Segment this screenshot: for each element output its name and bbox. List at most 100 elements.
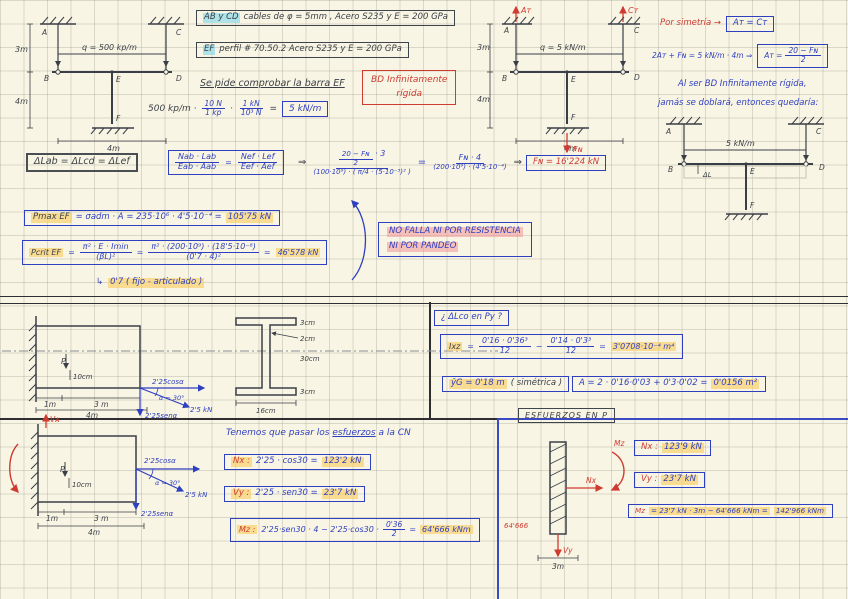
support-a-hatch-icon bbox=[503, 16, 535, 25]
svg-text:3 m: 3 m bbox=[94, 400, 108, 409]
moment-arc-icon bbox=[9, 443, 19, 494]
beta-note: ↳ 0'7 ( fijo - articulado ) bbox=[96, 277, 205, 288]
svg-text:D: D bbox=[819, 163, 825, 172]
given-cables-box: AB y CD cables de φ = 5mm , Acero S235 y… bbox=[196, 10, 456, 26]
svg-text:4m: 4m bbox=[88, 528, 100, 537]
task-note: Se pide comprobar la barra EF bbox=[200, 78, 345, 89]
bar-spec: perfil # 70.50.2 Acero S235 y E = 200 GP… bbox=[219, 44, 402, 54]
svg-text:F: F bbox=[750, 201, 755, 210]
dim-width: 16cm bbox=[256, 407, 276, 415]
svg-text:1m: 1m bbox=[44, 400, 56, 409]
support-c-hatch-icon bbox=[149, 16, 181, 25]
rigid-note-box: BD Infinitamente rígida bbox=[362, 70, 457, 105]
sketch-mz-label: Mz bbox=[614, 439, 625, 448]
support-f-hatch-icon bbox=[545, 127, 584, 135]
dim-width: 4m bbox=[107, 144, 120, 153]
label-b: B bbox=[44, 74, 49, 83]
svg-text:B: B bbox=[502, 74, 507, 83]
notebook-page: A C q = 500 kp/m B D E F 4m 3m 4m AB y C… bbox=[0, 0, 848, 599]
nx-box: Nx : 2'25 · cos30 = 123'2 kN bbox=[224, 454, 371, 470]
dim-4m: 4m bbox=[15, 97, 28, 106]
section-divider-vertical bbox=[429, 302, 431, 419]
support-c-hatch-icon bbox=[791, 116, 823, 125]
svg-text:E: E bbox=[750, 167, 755, 176]
label-p: P bbox=[60, 465, 65, 474]
svg-text:D: D bbox=[634, 73, 640, 82]
i-section-outline bbox=[235, 317, 297, 396]
question-box: ¿ ΔLco en Py ? bbox=[434, 310, 510, 326]
support-c-hatch-icon bbox=[609, 16, 641, 25]
corner-arrow-icon: ↳ bbox=[96, 277, 104, 287]
svg-text:A: A bbox=[503, 26, 509, 35]
unit-conversion: 500 kp/m · 10 N1 kp · 1 kN 10³ N = 5 kN/m bbox=[148, 99, 329, 118]
dim-web-height: 30cm bbox=[300, 355, 320, 363]
comparison-bracket-icon bbox=[351, 200, 367, 281]
support-a-hatch-icon bbox=[669, 116, 701, 125]
sketch-dim: 3m bbox=[552, 562, 564, 571]
dim-10cm: 10cm bbox=[72, 481, 92, 489]
svg-text:1m: 1m bbox=[46, 514, 58, 523]
pmax-box: Pmax EF = σadm · A = 235·10⁶ · 4'5·10⁻⁴ … bbox=[24, 210, 281, 226]
support-f-hatch-icon bbox=[90, 127, 129, 135]
bar-name: EF bbox=[203, 44, 216, 55]
beam-diagram-rigid: A C 5 kN/m B D ΔL E F bbox=[665, 116, 825, 221]
reaction-va-label: Vᴀ bbox=[50, 415, 60, 424]
label-a: A bbox=[41, 28, 47, 37]
symmetry-result-box: Aᴛ = Cᴛ bbox=[726, 16, 775, 32]
rigidity-note-1: Al ser BD Infinitamente rígida, bbox=[678, 79, 807, 89]
esfuerzos-title: ESFUERZOS EN P bbox=[518, 408, 616, 424]
reaction-at-label: Aᴛ bbox=[520, 6, 531, 15]
elastic-equality-box: Nab · Lab Eab · Aab = Nef · Lef Eef · Aef bbox=[168, 150, 285, 175]
section-divider-horizontal bbox=[0, 296, 848, 304]
label-e: E bbox=[116, 75, 121, 84]
svg-text:3 m: 3 m bbox=[94, 514, 108, 523]
vy-box: Vy : 2'25 · sen30 = 23'7 kN bbox=[224, 486, 366, 502]
sketch-moment-value: 64'666 bbox=[504, 522, 529, 530]
dim-flange-top: 3cm bbox=[300, 319, 315, 327]
svg-text:C: C bbox=[634, 26, 640, 35]
result-mz-box: Mz = 23'7 kN · 3m − 64'666 kNm = 142'966… bbox=[628, 504, 834, 519]
beam-diagram-initial: A C q = 500 kp/m B D E F 4m 3m 4m bbox=[15, 16, 184, 153]
conversion-result-box: 5 kN/m bbox=[282, 100, 329, 118]
transfer-note: Tenemos que pasar los esfuerzos a la CN bbox=[226, 428, 411, 438]
cables-names: AB y CD bbox=[203, 12, 240, 23]
wall-hatch-icon bbox=[30, 431, 39, 510]
delta-l-label: ΔL bbox=[702, 171, 712, 179]
no-failure-box: NO FALLA NI POR RESISTENCIA NI POR PANDE… bbox=[378, 222, 532, 257]
label-p: P bbox=[61, 357, 66, 366]
cantilever-diagram-2: Vᴀ P 10cm 1m 3 m 4m 2'25cosα 2'5 kN 2'25… bbox=[9, 413, 208, 537]
mz-box: Mz : 2'25·sen30 · 4 − 2'25·cos30 · 0'36 2… bbox=[230, 518, 480, 542]
angle-label: α = 30° bbox=[159, 394, 184, 402]
section-hatch-icon bbox=[549, 443, 567, 525]
equilibrium-note: 2Aᴛ + Fɴ = 5 kN/m · 4m ⇒ Aᴛ = 20 − Fɴ 2 bbox=[652, 44, 829, 68]
pcrit-box: Pcrit EF = π² · E · Imin (βL)² = π² · (20… bbox=[22, 240, 328, 265]
reaction-ct-label: Cᴛ bbox=[628, 6, 639, 15]
fn-result-box: Fɴ = 16'224 kN bbox=[525, 155, 607, 172]
wall-hatch-icon bbox=[28, 323, 37, 402]
cables-spec: cables de φ = 5mm , Acero S235 y E = 200… bbox=[243, 12, 449, 22]
svg-text:B: B bbox=[668, 165, 673, 174]
beam-diagram-reactions: Aᴛ Cᴛ A C q = 5 kN/m B D E F 3m 4m 4m Fɴ bbox=[477, 5, 641, 154]
ybar-box: ȳG = 0'18 m ( simétrica ) bbox=[442, 376, 570, 392]
angle-label: α = 30° bbox=[155, 479, 180, 487]
sketch-nx-label: Nx bbox=[586, 476, 597, 485]
load-label: q = 500 kp/m bbox=[82, 43, 137, 52]
label-f: F bbox=[116, 114, 121, 123]
rigidity-note-2: jamás se doblará, entonces quedaría: bbox=[658, 98, 819, 108]
section-forces-sketch: Nx Vy Mz 64'666 3m bbox=[504, 439, 625, 571]
dim-10cm: 10cm bbox=[73, 373, 93, 381]
svg-text:3m: 3m bbox=[477, 43, 490, 52]
force-sen-label: 2'25senα bbox=[141, 510, 174, 518]
sketch-vy-label: Vy bbox=[563, 546, 573, 555]
compatibility-box: ΔLab = ΔLcd = ΔLef bbox=[26, 153, 138, 172]
cantilever-diagram: P 10cm 1m 3 m 4m 2'25cosα 2'5 kN 2'25sen… bbox=[28, 316, 213, 420]
svg-text:F: F bbox=[571, 113, 576, 122]
cross-section-diagram: 3cm 2cm 30cm 3cm 16cm bbox=[235, 317, 320, 415]
ixz-box: Ixz = 0'16 · 0'36³ 12 − 0'14 · 0'3³ 12 = 3… bbox=[440, 334, 684, 359]
result-vy-box: Vy : 23'7 kN bbox=[634, 472, 705, 488]
load-label: q = 5 kN/m bbox=[540, 43, 586, 52]
sketch-moment-arc-icon bbox=[610, 451, 625, 491]
support-f-hatch-icon bbox=[724, 213, 763, 221]
dim-3m: 3m bbox=[15, 45, 28, 54]
dim-web: 2cm bbox=[300, 335, 315, 343]
